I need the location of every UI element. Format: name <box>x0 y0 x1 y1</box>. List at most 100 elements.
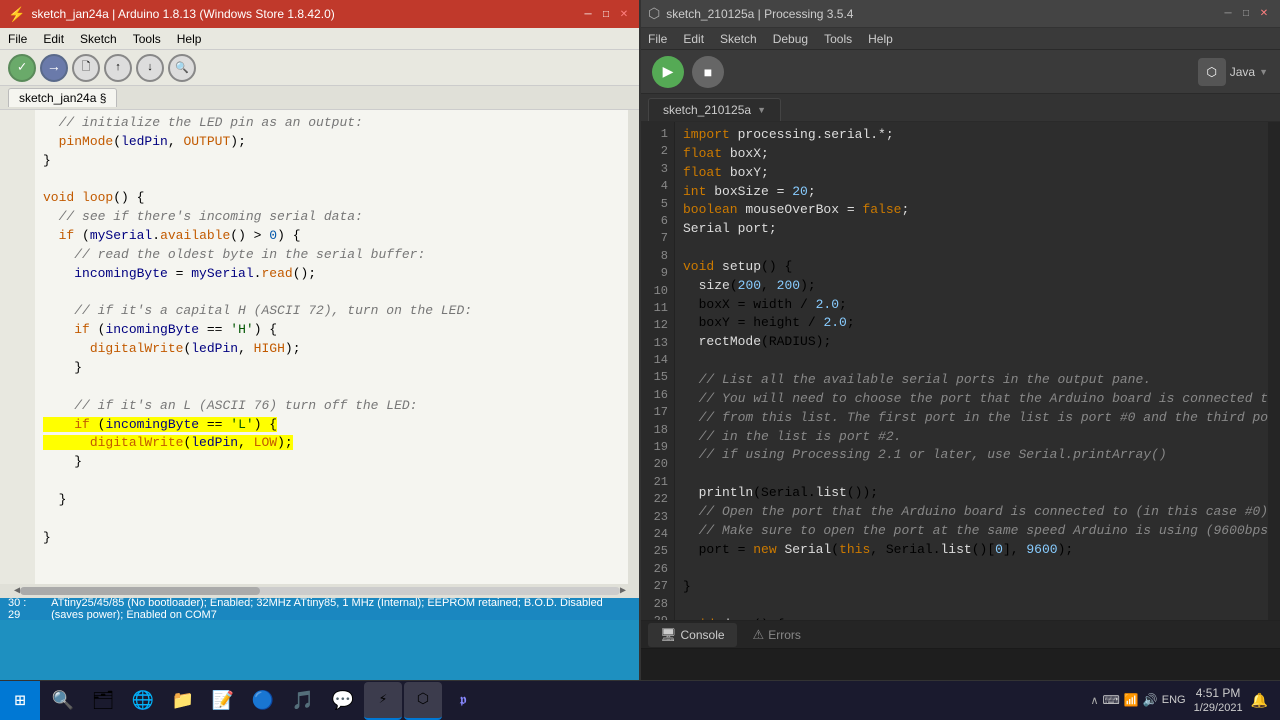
line-num-21: 21 <box>640 474 674 491</box>
arduino-maximize-btn[interactable]: □ <box>598 6 614 22</box>
processing-lang-label: Java <box>1230 65 1255 79</box>
arduino-title: sketch_jan24a | Arduino 1.8.13 (Windows … <box>31 7 334 21</box>
systray: ∧ ⌨ 📶 🔊 ENG <box>1090 693 1185 707</box>
arduino-open-btn[interactable]: ↑ <box>104 54 132 82</box>
arduino-menu-edit[interactable]: Edit <box>43 32 64 46</box>
line-num-26: 26 <box>640 561 674 578</box>
processing-code-editor[interactable]: import processing.serial.*; float boxX; … <box>675 122 1268 620</box>
processing-menubar: File Edit Sketch Debug Tools Help <box>640 28 1280 50</box>
line-num-22: 22 <box>640 491 674 508</box>
taskbar-app-processing[interactable]: ⬡ <box>404 682 442 720</box>
processing-lang-dropdown-icon[interactable]: ▼ <box>1259 67 1268 77</box>
line-num-28: 28 <box>640 596 674 613</box>
line-num-10: 10 <box>640 283 674 300</box>
line-num-15: 15 <box>640 369 674 386</box>
processing-console-label: Console <box>681 628 725 642</box>
taskbar-notifications[interactable]: 🔔 <box>1251 692 1268 709</box>
processing-minimize-btn[interactable]: ─ <box>1220 6 1236 22</box>
processing-console-tabs: 🖥 Console ⚠ Errors <box>640 621 1280 649</box>
taskbar-app-files[interactable]: 🗂 <box>84 682 122 720</box>
taskbar-app-notepad[interactable]: 📝 <box>204 682 242 720</box>
arduino-menu-tools[interactable]: Tools <box>133 32 161 46</box>
processing-tab[interactable]: sketch_210125a ▼ <box>648 98 781 121</box>
line-num-12: 12 <box>640 317 674 334</box>
arduino-close-btn[interactable]: ✕ <box>616 6 632 22</box>
window-divider <box>639 0 641 720</box>
taskbar-app-blue[interactable]: 🔵 <box>244 682 282 720</box>
systray-arrow[interactable]: ∧ <box>1090 694 1098 707</box>
processing-menu-sketch[interactable]: Sketch <box>720 32 757 46</box>
taskbar-app-music[interactable]: 🎵 <box>284 682 322 720</box>
line-num-1: 1 <box>640 126 674 143</box>
taskbar: ⊞ 🔍 🗂 🌐 📁 📝 🔵 🎵 💬 ⚡ ⬡ 𝖕 ∧ ⌨ 📶 🔊 ENG 4:51… <box>0 680 1280 720</box>
arduino-line-numbers <box>0 110 35 584</box>
taskbar-app-browser[interactable]: 🌐 <box>124 682 162 720</box>
line-num-18: 18 <box>640 422 674 439</box>
taskbar-app-explorer[interactable]: 📁 <box>164 682 202 720</box>
processing-tab-dropdown-icon[interactable]: ▼ <box>757 105 766 115</box>
arduino-titlebar: ⚡ sketch_jan24a | Arduino 1.8.13 (Window… <box>0 0 640 28</box>
line-num-13: 13 <box>640 335 674 352</box>
taskbar-app-extra[interactable]: 𝖕 <box>444 682 482 720</box>
processing-lang-icon: ⬡ <box>1198 58 1226 86</box>
taskbar-date-display: 1/29/2021 <box>1194 701 1243 715</box>
processing-title-left: ⬡ sketch_210125a | Processing 3.5.4 <box>648 5 853 22</box>
processing-menu-help[interactable]: Help <box>868 32 893 46</box>
systray-lang[interactable]: ENG <box>1162 694 1186 706</box>
processing-menu-file[interactable]: File <box>648 32 667 46</box>
processing-maximize-btn[interactable]: □ <box>1238 6 1254 22</box>
line-num-2: 2 <box>640 143 674 160</box>
taskbar-app-search[interactable]: 🔍 <box>44 682 82 720</box>
arduino-scroll-track[interactable] <box>20 587 620 595</box>
arduino-menubar: File Edit Sketch Tools Help <box>0 28 640 50</box>
taskbar-app-chat[interactable]: 💬 <box>324 682 362 720</box>
processing-close-btn[interactable]: ✕ <box>1256 6 1272 22</box>
line-num-23: 23 <box>640 509 674 526</box>
arduino-monitor-btn[interactable]: 🔍 <box>168 54 196 82</box>
line-num-17: 17 <box>640 404 674 421</box>
arduino-menu-file[interactable]: File <box>8 32 27 46</box>
line-num-16: 16 <box>640 387 674 404</box>
arduino-new-btn[interactable]: 🗋 <box>72 54 100 82</box>
arduino-scrollbar-horizontal[interactable]: ◀ ▶ <box>0 584 640 598</box>
processing-tab-bar: sketch_210125a ▼ <box>640 94 1280 122</box>
arduino-upload-btn[interactable]: → <box>40 54 68 82</box>
arduino-scroll-right[interactable]: ▶ <box>620 585 626 597</box>
taskbar-time-display: 4:51 PM <box>1194 686 1243 702</box>
processing-run-btn[interactable]: ▶ <box>652 56 684 88</box>
processing-menu-edit[interactable]: Edit <box>683 32 704 46</box>
taskbar-app-arduino[interactable]: ⚡ <box>364 682 402 720</box>
arduino-window-controls[interactable]: ─ □ ✕ <box>580 6 632 22</box>
arduino-scroll-thumb[interactable] <box>20 587 260 595</box>
arduino-statusbar: 30 : 29 ATtiny25/45/85 (No bootloader); … <box>0 598 640 620</box>
line-num-14: 14 <box>640 352 674 369</box>
arduino-tab[interactable]: sketch_jan24a § <box>8 88 117 107</box>
processing-console-tab[interactable]: 🖥 Console <box>648 623 737 647</box>
arduino-board-info: ATtiny25/45/85 (No bootloader); Enabled;… <box>51 597 632 621</box>
start-button[interactable]: ⊞ <box>0 681 40 720</box>
processing-window-controls[interactable]: ─ □ ✕ <box>1220 6 1272 22</box>
arduino-minimize-btn[interactable]: ─ <box>580 6 596 22</box>
line-num-25: 25 <box>640 543 674 560</box>
line-num-27: 27 <box>640 578 674 595</box>
systray-volume: 🔊 <box>1143 693 1158 707</box>
arduino-menu-help[interactable]: Help <box>177 32 202 46</box>
line-num-29: 29 <box>640 613 674 620</box>
taskbar-clock[interactable]: 4:51 PM 1/29/2021 <box>1194 686 1243 716</box>
systray-keyboard: ⌨ <box>1103 693 1120 707</box>
line-num-9: 9 <box>640 265 674 282</box>
processing-menu-debug[interactable]: Debug <box>773 32 808 46</box>
arduino-save-btn[interactable]: ↓ <box>136 54 164 82</box>
processing-menu-tools[interactable]: Tools <box>824 32 852 46</box>
processing-errors-tab[interactable]: ⚠ Errors <box>741 623 813 647</box>
arduino-code-editor[interactable]: // initialize the LED pin as an output: … <box>35 110 628 584</box>
line-num-4: 4 <box>640 178 674 195</box>
arduino-menu-sketch[interactable]: Sketch <box>80 32 117 46</box>
processing-editor: 1 2 3 4 5 6 7 8 9 10 11 12 13 14 15 16 1… <box>640 122 1280 620</box>
processing-lang-selector[interactable]: ⬡ Java ▼ <box>1198 58 1268 86</box>
arduino-code-area: // initialize the LED pin as an output: … <box>0 110 640 584</box>
processing-scrollbar-vertical[interactable] <box>1268 122 1280 620</box>
processing-window: ⬡ sketch_210125a | Processing 3.5.4 ─ □ … <box>640 0 1280 720</box>
processing-stop-btn[interactable]: ■ <box>692 56 724 88</box>
arduino-verify-btn[interactable]: ✓ <box>8 54 36 82</box>
